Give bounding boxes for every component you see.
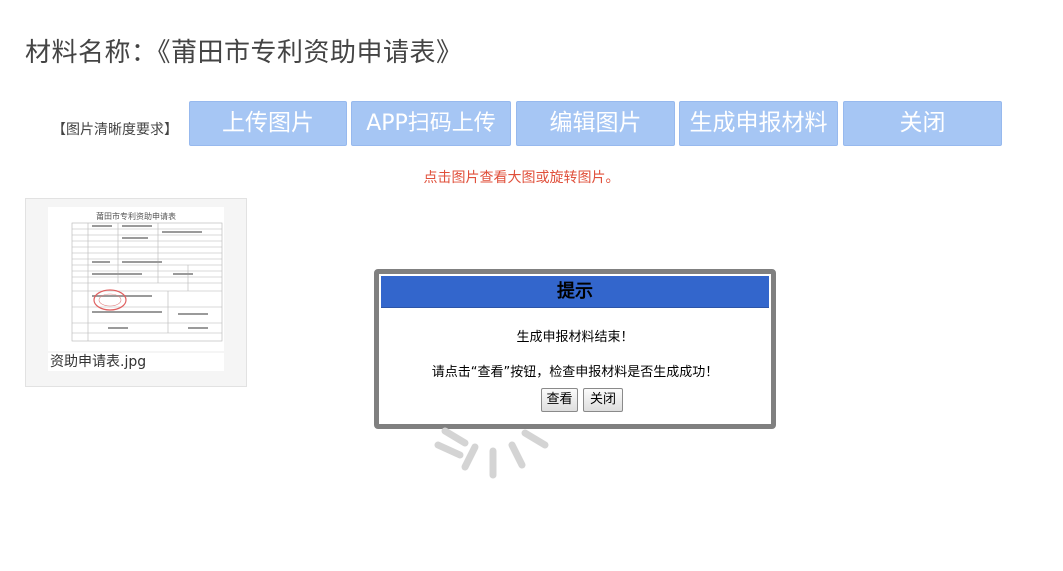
document-thumbnail-image[interactable]: 莆田市专利资助申请表 [48,207,224,351]
page-title: 材料名称：《莆田市专利资助申请表》 [25,38,463,68]
generate-material-button[interactable]: 生成申报材料 [679,101,838,146]
image-clarity-requirement-link[interactable]: 【图片清晰度要求】 [52,119,178,139]
dialog-view-button[interactable]: 查看 [541,388,578,412]
hint-text: 点击图片查看大图或旋转图片。 [423,170,620,186]
dialog-close-button[interactable]: 关闭 [583,388,623,412]
dialog-title: 提示 [381,276,769,308]
loading-spinner-icon [434,427,549,479]
close-button[interactable]: 关闭 [843,101,1002,146]
image-thumbnail-card[interactable]: 莆田市专利资助申请表 资助申请表.jpg [25,198,247,387]
doc-heading-text: 莆田市专利资助申请表 [96,211,176,221]
prompt-dialog: 提示 生成申报材料结束！ 请点击“查看”按钮，检查申报材料是否生成成功！ 查看 … [374,269,776,429]
dialog-message-instruction: 请点击“查看”按钮，检查申报材料是否生成成功！ [431,365,719,380]
app-scan-upload-button[interactable]: APP扫码上传 [351,101,511,146]
upload-image-button[interactable]: 上传图片 [189,101,347,146]
dialog-message-result: 生成申报材料结束！ [516,330,634,345]
document-preview-graphic: 莆田市专利资助申请表 [71,211,223,342]
thumbnail-caption: 资助申请表.jpg [48,353,224,371]
edit-image-button[interactable]: 编辑图片 [516,101,675,146]
